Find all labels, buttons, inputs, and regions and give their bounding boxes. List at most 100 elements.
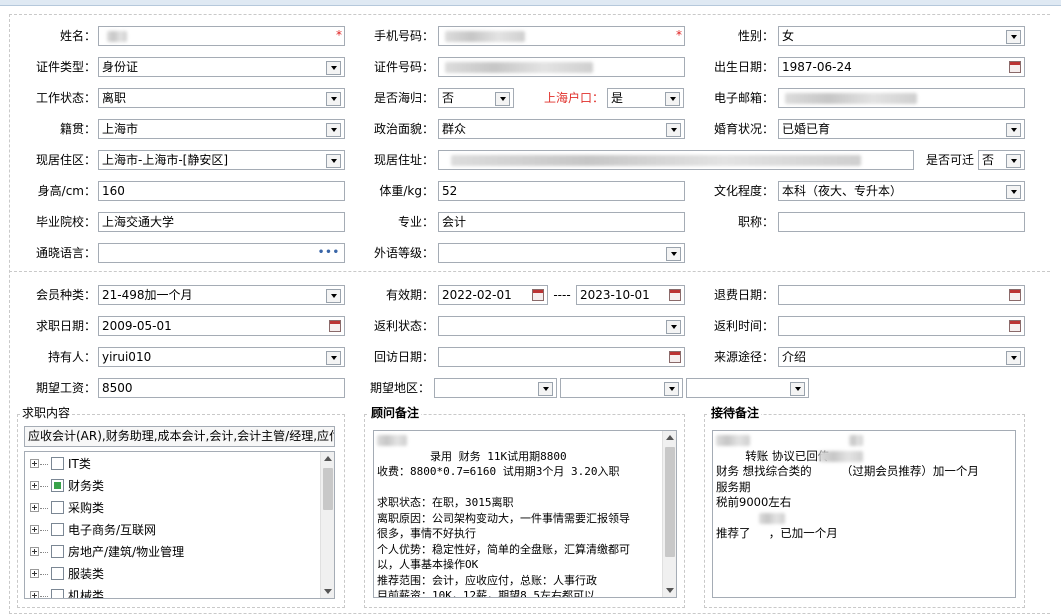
calendar-icon[interactable]	[329, 320, 341, 332]
rebate-time-label: 返利时间：	[713, 319, 774, 333]
residence-addr-label: 现居住址：	[373, 153, 434, 167]
note-scrollbar[interactable]	[662, 431, 676, 597]
major-input[interactable]: 会计	[438, 212, 685, 232]
salary-value: 8500	[102, 381, 133, 395]
chevron-down-icon	[331, 66, 337, 70]
tree-scrollbar[interactable]	[320, 452, 334, 598]
relocate-select[interactable]: 否	[978, 150, 1025, 170]
scroll-down-icon[interactable]	[324, 589, 332, 594]
chevron-down-icon	[331, 128, 337, 132]
area-province-select[interactable]	[434, 378, 557, 398]
calendar-icon[interactable]	[532, 289, 544, 301]
height-input[interactable]: 160	[98, 181, 345, 201]
returnee-select[interactable]: 否	[438, 88, 514, 108]
job-content-summary[interactable]: 应收会计(AR),财务助理,成本会计,会计,会计主管/经理,应付	[24, 426, 335, 447]
native-select[interactable]: 上海市	[98, 119, 345, 139]
scroll-thumb[interactable]	[323, 468, 333, 510]
checkbox[interactable]	[51, 457, 64, 470]
checkbox[interactable]	[51, 589, 64, 598]
major-label: 专业：	[397, 215, 434, 229]
expand-icon[interactable]	[30, 569, 39, 578]
scroll-up-icon[interactable]	[324, 456, 332, 461]
more-icon[interactable]: •••	[318, 248, 340, 258]
expand-icon[interactable]	[30, 591, 39, 598]
id-type-select[interactable]: 身份证	[98, 57, 345, 77]
calendar-icon[interactable]	[1009, 61, 1021, 73]
native-label: 籍贯：	[59, 122, 96, 136]
tree-item-label: 机械类	[68, 589, 105, 599]
hukou-select[interactable]: 是	[607, 88, 684, 108]
birth-date-input[interactable]: 1987-06-24	[778, 57, 1025, 77]
school-input[interactable]: 上海交通大学	[98, 212, 345, 232]
calendar-icon[interactable]	[1009, 320, 1021, 332]
checkbox[interactable]	[51, 523, 64, 536]
gender-select[interactable]: 女	[778, 26, 1025, 46]
work-status-value: 离职	[102, 91, 127, 105]
salary-input[interactable]: 8500	[98, 378, 345, 398]
member-type-select[interactable]: 21-498加一个月	[98, 285, 345, 305]
area-district-select[interactable]	[686, 378, 809, 398]
valid-to-input[interactable]: 2023-10-01	[576, 285, 685, 305]
checkbox-partial[interactable]	[51, 479, 64, 492]
valid-from-input[interactable]: 2022-02-01	[438, 285, 548, 305]
reception-note-textarea[interactable]: 转账 协议已回传 财务 想找综合类的 （过期会员推荐）加一个月 服务期 税前90…	[712, 430, 1016, 598]
education-label: 文化程度：	[713, 184, 774, 198]
member-type-label: 会员种类：	[35, 288, 96, 302]
politics-select[interactable]: 群众	[438, 119, 685, 139]
holder-select[interactable]: yirui010	[98, 347, 345, 367]
name-input[interactable]: *	[98, 26, 345, 46]
visit-date-input[interactable]	[438, 347, 685, 367]
expand-icon[interactable]	[30, 481, 39, 490]
checkbox[interactable]	[51, 567, 64, 580]
scroll-down-icon[interactable]	[666, 588, 674, 593]
mobile-input[interactable]: *	[438, 26, 685, 46]
residence-area-value: 上海市-上海市-[静安区]	[102, 153, 229, 167]
job-category-tree[interactable]: IT类 财务类 采购类 电子商务/互联网 房地产/建筑/物业管理 服装类 机械类	[24, 451, 335, 599]
language-input[interactable]: •••	[98, 243, 345, 263]
valid-from-value: 2022-02-01	[442, 288, 512, 302]
tree-connector	[40, 530, 48, 531]
redacted-text	[759, 513, 785, 524]
rebate-time-input[interactable]	[778, 316, 1025, 336]
calendar-icon[interactable]	[1009, 289, 1021, 301]
source-select[interactable]: 介绍	[778, 347, 1025, 367]
chevron-down-icon	[669, 387, 675, 391]
source-value: 介绍	[782, 350, 807, 364]
expand-icon[interactable]	[30, 459, 39, 468]
tree-item-label: 电子商务/互联网	[68, 523, 157, 537]
marital-label: 婚育状况：	[713, 122, 774, 136]
area-city-select[interactable]	[560, 378, 683, 398]
residence-area-select[interactable]: 上海市-上海市-[静安区]	[98, 150, 345, 170]
hukou-value: 是	[611, 91, 624, 105]
consultant-note-title: 顾问备注	[369, 405, 422, 421]
gender-label: 性别：	[737, 29, 774, 43]
title-input[interactable]	[778, 212, 1025, 232]
politics-value: 群众	[442, 122, 467, 136]
consultant-note-textarea[interactable]: 录用 财务 11K试用期8800 收费：8800*0.7=6160 试用期3个月…	[373, 430, 677, 598]
calendar-icon[interactable]	[669, 351, 681, 363]
education-select[interactable]: 本科（夜大、专升本）	[778, 181, 1025, 201]
scroll-up-icon[interactable]	[666, 435, 674, 440]
weight-input[interactable]: 52	[438, 181, 685, 201]
checkbox[interactable]	[51, 545, 64, 558]
id-no-input[interactable]	[438, 57, 685, 77]
tree-item-label: 采购类	[68, 501, 105, 515]
marital-select[interactable]: 已婚已育	[778, 119, 1025, 139]
foreign-level-select[interactable]	[438, 243, 685, 263]
expand-icon[interactable]	[30, 503, 39, 512]
calendar-icon[interactable]	[669, 289, 681, 301]
chevron-down-icon	[500, 97, 506, 101]
education-value: 本科（夜大、专升本）	[782, 184, 903, 198]
major-value: 会计	[442, 215, 467, 229]
job-date-input[interactable]: 2009-05-01	[98, 316, 345, 336]
tree-connector	[40, 596, 48, 597]
residence-addr-input[interactable]	[438, 150, 914, 170]
work-status-select[interactable]: 离职	[98, 88, 345, 108]
rebate-status-select[interactable]	[438, 316, 685, 336]
scroll-thumb[interactable]	[665, 447, 675, 557]
expand-icon[interactable]	[30, 547, 39, 556]
checkbox[interactable]	[51, 501, 64, 514]
refund-date-input[interactable]	[778, 285, 1025, 305]
expand-icon[interactable]	[30, 525, 39, 534]
email-input[interactable]	[778, 88, 1025, 108]
